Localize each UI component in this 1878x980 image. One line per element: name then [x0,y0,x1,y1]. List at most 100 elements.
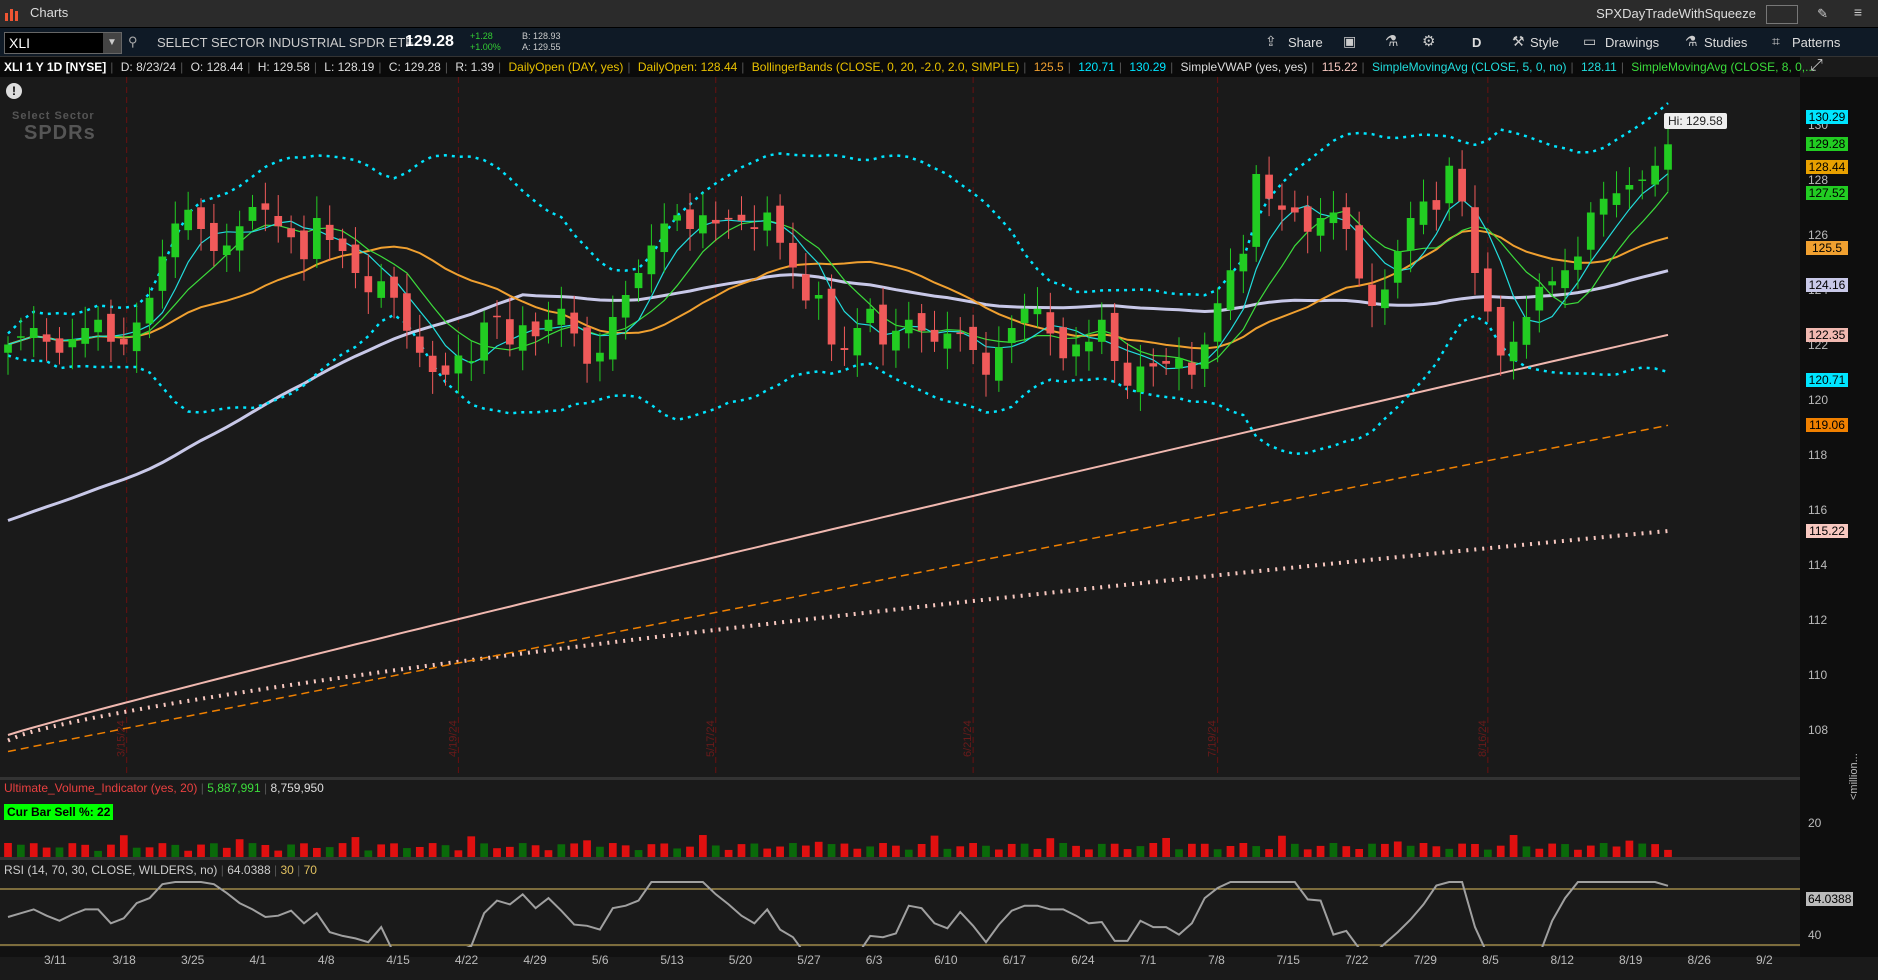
candle [1522,317,1531,345]
candle [994,347,1003,381]
volume-bar [1290,843,1299,857]
candle [145,297,154,324]
candle [94,319,102,333]
candle [531,321,540,337]
candle [17,336,25,338]
alert-icon[interactable]: ! [6,83,22,99]
candle [570,312,579,334]
candle [660,223,669,253]
rsi-high: 70 [303,863,317,877]
date-tick: 4/29 [523,953,547,967]
patterns-button[interactable]: Patterns [1792,35,1840,50]
candle [1381,289,1389,309]
flask-icon[interactable]: ⚗ [1385,32,1398,50]
volume-bar [1239,843,1248,857]
volume-bar [1535,848,1544,857]
candle [351,244,360,273]
volume-study-title[interactable]: Ultimate_Volume_Indicator (yes, 20) [0,781,197,795]
volume-bar [1072,845,1080,857]
drawings-button[interactable]: Drawings [1605,35,1659,50]
volume-bar [441,845,450,857]
candle [42,334,51,342]
studies-icon[interactable]: ⚗ [1685,33,1698,50]
candle [1471,207,1479,273]
volume-bar [763,848,772,857]
volume-bar [750,843,759,857]
volume-unit: <million... [1848,753,1860,800]
rsi-low: 30 [280,863,294,877]
gear-icon[interactable]: ⚙ [1422,32,1435,50]
pin-icon[interactable]: ✎ [1817,6,1828,22]
volume-bar [29,843,38,857]
candle [1110,312,1119,361]
menu-icon[interactable]: ≡ [1854,4,1862,20]
candle [982,352,990,375]
candle [1548,281,1557,286]
bid-price: B: 128.93 [522,31,561,41]
workspace-name[interactable]: SPXDayTradeWithSqueeze [1596,6,1756,21]
expand-icon[interactable]: ⤢ [1810,57,1823,75]
volume-bar [1574,849,1582,857]
study-sma8[interactable]: SimpleMovingAvg (CLOSE, 8, 0,... [1631,60,1815,74]
candle [29,328,38,339]
expiration-label: 8/16/24 [1477,720,1489,757]
chart-toolbar: XLI ▼ ⚲ SELECT SECTOR INDUSTRIAL SPDR ETF… [0,28,1878,57]
price-badge: 124.16 [1806,278,1848,293]
volume-bar [518,843,527,857]
rsi-header: RSI (14, 70, 30, CLOSE, WILDERS, no) | 6… [0,863,317,877]
share-button[interactable]: Share [1288,35,1323,50]
patterns-icon[interactable]: ⌗ [1772,33,1780,50]
volume-bar [81,844,90,857]
study-sma5[interactable]: SimpleMovingAvg (CLOSE, 5, 0, no) [1372,60,1567,74]
drawings-icon[interactable]: ▭ [1583,33,1596,50]
volume-bar [377,844,386,857]
link-icon[interactable]: ⚲ [128,34,138,50]
date-tick: 8/12 [1550,953,1574,967]
volume-bar [930,835,939,857]
volume-bar [621,845,630,857]
candle [557,308,566,325]
date-tick: 6/17 [1002,953,1027,967]
share-icon[interactable]: ⇪ [1265,33,1277,50]
style-button[interactable]: Style [1530,35,1559,50]
volume-bar [789,843,797,857]
candle [377,281,386,298]
candle [1252,174,1261,247]
rsi-title[interactable]: RSI (14, 70, 30, CLOSE, WILDERS, no) [0,863,217,877]
price-tick: 118 [1808,447,1828,462]
study-bollinger[interactable]: BollingerBands (CLOSE, 0, 20, -2.0, 2.0,… [752,60,1019,74]
study-dailyopen[interactable]: DailyOpen (DAY, yes) [508,60,623,74]
style-icon[interactable]: ⚒ [1512,33,1525,50]
volume-bar [982,845,990,857]
rsi-badge: 64.0388 [1806,892,1854,906]
chevron-down-icon[interactable]: ▼ [103,33,121,53]
chart-title: XLI 1 Y 1D [NYSE] [4,60,107,74]
volume-bar [1406,845,1415,857]
date-tick: 9/2 [1756,953,1773,967]
studies-button[interactable]: Studies [1704,35,1747,50]
price-chart[interactable]: 3/15/24 4/19/24 5/17/24 6/21/24 7/19/24 8/16/… [0,77,1878,957]
bar-high: H: 129.58 [257,60,310,74]
symbol-input[interactable]: XLI ▼ [4,32,122,54]
candle [1072,344,1080,357]
date-tick: 8/26 [1687,953,1711,967]
study-vwap[interactable]: SimpleVWAP (yes, yes) [1181,60,1308,74]
price-tick: 126 [1808,227,1829,242]
volume-bar [4,843,12,857]
volume-bar [634,850,643,857]
date-tick: 5/6 [591,953,609,967]
candle [673,215,682,221]
volume-bar [235,839,244,857]
candle [1007,328,1016,344]
volume-header: Ultimate_Volume_Indicator (yes, 20) | 5,… [0,781,324,795]
volume-bar [1213,849,1222,857]
period-button[interactable]: D [1472,35,1481,50]
candle [621,295,630,318]
price-badge: 125.5 [1806,241,1848,256]
window-box-button[interactable] [1766,5,1798,24]
candle [1586,212,1595,250]
rsi-line [7,881,1669,957]
candle [699,215,707,234]
candle [1368,284,1376,306]
news-icon[interactable]: ▣ [1343,33,1356,50]
